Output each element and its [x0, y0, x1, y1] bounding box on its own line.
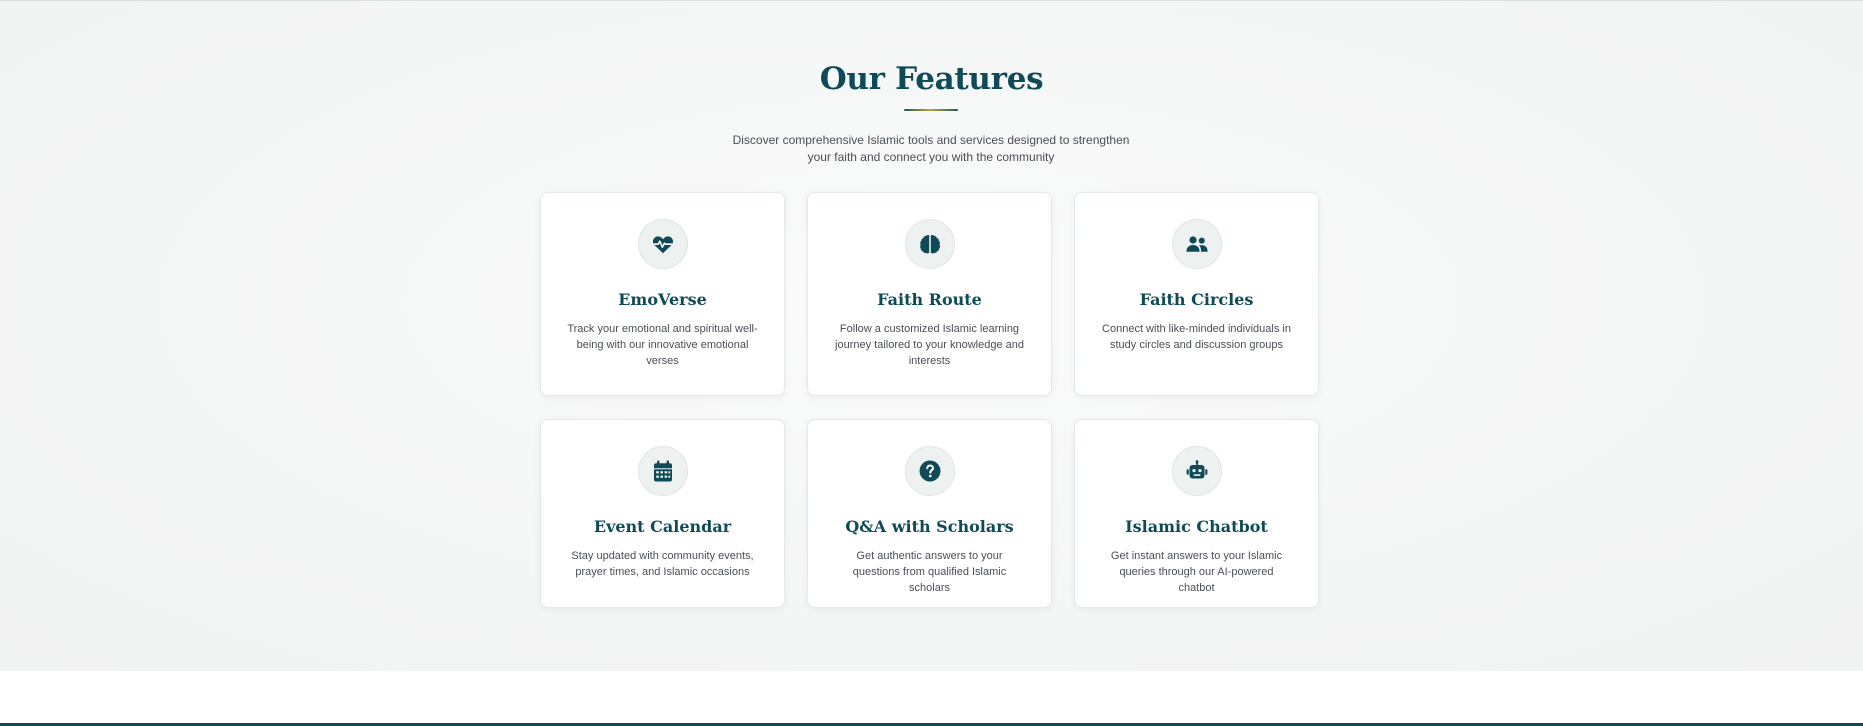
heart-pulse-icon: [638, 219, 688, 269]
feature-card-event-calendar[interactable]: Event Calendar Stay updated with communi…: [540, 419, 785, 608]
feature-card-qa-scholars[interactable]: Q&A with Scholars Get authentic answers …: [807, 419, 1052, 608]
feature-title: Event Calendar: [593, 517, 732, 536]
section-subtitle: Discover comprehensive Islamic tools and…: [732, 133, 1130, 164]
feature-title: Faith Route: [877, 290, 982, 309]
feature-title: Faith Circles: [1139, 290, 1254, 309]
brain-icon: [905, 219, 955, 269]
feature-card-emoverse[interactable]: EmoVerse Track your emotional and spirit…: [540, 192, 785, 396]
feature-description: Stay updated with community events, pray…: [571, 550, 754, 578]
features-section: Our Features Discover comprehensive Isla…: [0, 1, 1863, 671]
users-icon: [1172, 219, 1222, 269]
feature-card-faith-route[interactable]: Faith Route Follow a customized Islamic …: [807, 192, 1052, 396]
question-circle-icon: [905, 446, 955, 496]
calendar-icon: [638, 446, 688, 496]
feature-description: Get instant answers to your Islamic quer…: [1110, 550, 1283, 594]
features-grid: EmoVerse Track your emotional and spirit…: [540, 192, 1321, 608]
feature-card-faith-circles[interactable]: Faith Circles Connect with like-minded i…: [1074, 192, 1319, 396]
feature-title: Islamic Chatbot: [1125, 517, 1268, 536]
feature-title: Q&A with Scholars: [845, 517, 1014, 536]
feature-description: Track your emotional and spiritual well-…: [567, 323, 758, 367]
feature-card-islamic-chatbot[interactable]: Islamic Chatbot Get instant answers to y…: [1074, 419, 1319, 608]
feature-description: Get authentic answers to your questions …: [852, 550, 1007, 594]
title-underline: [904, 109, 958, 111]
feature-description: Follow a customized Islamic learning jou…: [835, 323, 1024, 367]
robot-icon: [1172, 446, 1222, 496]
section-title: Our Features: [819, 61, 1044, 97]
feature-description: Connect with like-minded individuals in …: [1102, 323, 1291, 351]
feature-title: EmoVerse: [618, 290, 707, 309]
